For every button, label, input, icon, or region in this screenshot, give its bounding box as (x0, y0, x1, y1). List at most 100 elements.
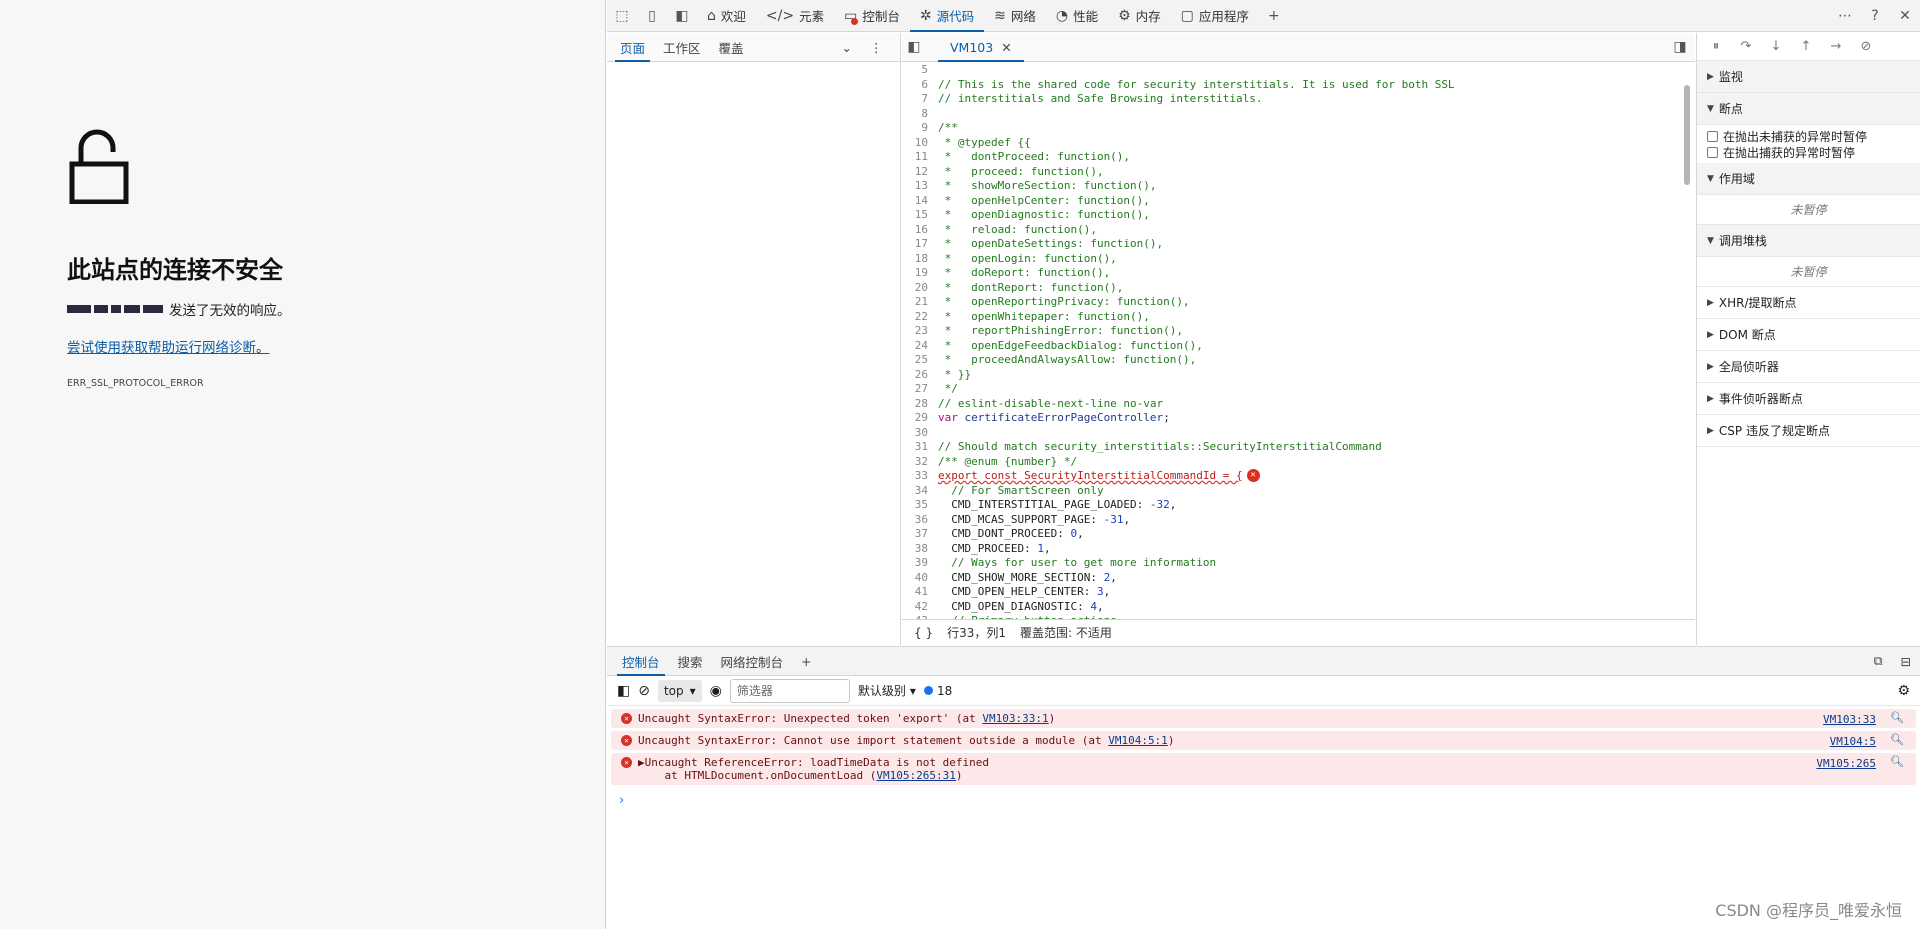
code-line[interactable]: 35 CMD_INTERSTITIAL_PAGE_LOADED: -32, (902, 498, 1695, 513)
error-location-link[interactable]: VM103:33:1 (982, 712, 1048, 725)
console-error-message[interactable]: ✕ ▶Uncaught ReferenceError: loadTimeData… (611, 753, 1916, 785)
line-number[interactable]: 18 (902, 252, 938, 267)
tab-console[interactable]: ▭ 控制台 (834, 0, 910, 32)
code-line[interactable]: 32/** @enum {number} */ (902, 455, 1695, 470)
more-icon[interactable]: ⋯ (1830, 0, 1860, 32)
issue-count[interactable]: 18 (923, 684, 952, 698)
code-line[interactable]: 11 * dontProceed: function(), (902, 150, 1695, 165)
error-location-link[interactable]: VM104:5:1 (1108, 734, 1168, 747)
tab-overrides[interactable]: 覆盖 (710, 33, 753, 62)
line-number[interactable]: 17 (902, 237, 938, 252)
source-link[interactable]: VM105:265 (1816, 757, 1876, 770)
toggle-debugger-icon[interactable]: ◨ (1665, 33, 1695, 62)
tab-workspace[interactable]: 工作区 (654, 33, 710, 62)
code-line[interactable]: 24 * openEdgeFeedbackDialog: function(), (902, 339, 1695, 354)
tab-elements[interactable]: </> 元素 (756, 0, 834, 32)
line-number[interactable]: 30 (902, 426, 938, 441)
breakpoints-section[interactable]: ▼ 断点 (1697, 93, 1920, 125)
code-line[interactable]: 41 CMD_OPEN_HELP_CENTER: 3, (902, 585, 1695, 600)
deactivate-breakpoints-icon[interactable]: ⊘ (1855, 39, 1877, 54)
tab-network-console[interactable]: 网络控制台 (712, 647, 793, 676)
tab-sources[interactable]: ✲ 源代码 (909, 0, 985, 32)
code-line[interactable]: 30 (902, 426, 1695, 441)
tab-network[interactable]: ≋ 网络 (984, 0, 1046, 32)
source-link[interactable]: VM104:5 (1830, 735, 1876, 748)
add-drawer-tab-icon[interactable]: + (792, 647, 820, 676)
line-number[interactable]: 36 (902, 513, 938, 528)
context-selector[interactable]: top ▾ (657, 679, 702, 702)
tab-page[interactable]: 页面 (611, 33, 654, 62)
source-link[interactable]: VM103:33 (1823, 713, 1876, 726)
editor-scrollbar[interactable] (1683, 63, 1691, 619)
toggle-navigator-icon[interactable]: ◧ (902, 33, 926, 62)
code-line[interactable]: 38 CMD_PROCEED: 1, (902, 542, 1695, 557)
tab-console-drawer[interactable]: 控制台 (613, 647, 669, 676)
checkbox[interactable] (1707, 130, 1718, 142)
error-marker-icon[interactable]: ✕ (1246, 469, 1260, 482)
add-tab-icon[interactable]: + (1259, 0, 1289, 32)
line-number[interactable]: 15 (902, 208, 938, 223)
code-line[interactable]: 26 * }} (902, 368, 1695, 383)
step-out-icon[interactable]: ↑ (1795, 39, 1817, 54)
code-line[interactable]: 33 export const SecurityInterstitialComma… (902, 469, 1695, 484)
line-number[interactable]: 23 (902, 324, 938, 339)
code-line[interactable]: 6// This is the shared code for security… (902, 78, 1695, 93)
step-over-icon[interactable]: ↷ (1735, 39, 1757, 54)
code-line[interactable]: 15 * openDiagnostic: function(), (902, 208, 1695, 223)
line-number[interactable]: 41 (902, 585, 938, 600)
line-number[interactable]: 22 (902, 310, 938, 325)
line-number[interactable]: 21 (902, 295, 938, 310)
kebab-menu-icon[interactable]: ⋮ (861, 33, 892, 62)
code-line[interactable]: 9/** (902, 121, 1695, 136)
tab-performance[interactable]: ◔ 性能 (1046, 0, 1108, 32)
line-number[interactable]: 8 (902, 107, 938, 122)
dock-icon[interactable]: ◧ (667, 0, 697, 32)
close-icon[interactable]: ✕ (1890, 0, 1920, 32)
line-number[interactable]: 42 (902, 600, 938, 615)
tab-memory[interactable]: ⚙ 内存 (1108, 0, 1171, 32)
watch-section[interactable]: ▶ 监视 (1697, 61, 1920, 93)
line-number[interactable]: 28 (902, 397, 938, 412)
line-number[interactable]: 14 (902, 194, 938, 209)
code-line[interactable]: 27 */ (902, 382, 1695, 397)
code-line[interactable]: 20 * dontReport: function(), (902, 281, 1695, 296)
code-line[interactable]: 19 * doReport: function(), (902, 266, 1695, 281)
scroll-thumb[interactable] (1684, 85, 1690, 185)
line-number[interactable]: 34 (902, 484, 938, 499)
line-number[interactable]: 35 (902, 498, 938, 513)
code-line[interactable]: 29 var certificateErrorPageController; (902, 411, 1695, 426)
pause-uncaught-checkbox[interactable]: 在抛出未捕获的异常时暂停 (1697, 128, 1920, 144)
close-tab-icon[interactable]: ✕ (1001, 40, 1011, 55)
console-prompt[interactable]: › (607, 785, 1920, 816)
search-icon[interactable]: 🔍︎ (1890, 711, 1904, 724)
sidebar-toggle-icon[interactable]: ◧ (617, 683, 630, 699)
code-line[interactable]: 5 (902, 63, 1695, 78)
line-number[interactable]: 33 (902, 469, 938, 484)
line-number[interactable]: 5 (902, 63, 938, 78)
search-icon[interactable]: 🔍︎ (1890, 733, 1904, 746)
code-line[interactable]: 16 * reload: function(), (902, 223, 1695, 238)
tab-search[interactable]: 搜索 (669, 647, 712, 676)
close-drawer-icon[interactable]: ⊟ (1892, 647, 1920, 676)
line-number[interactable]: 16 (902, 223, 938, 238)
code-line[interactable]: 12 * proceed: function(), (902, 165, 1695, 180)
code-line[interactable]: 22 * openWhitepaper: function(), (902, 310, 1695, 325)
code-line[interactable]: 14 * openHelpCenter: function(), (902, 194, 1695, 209)
file-tab-vm103[interactable]: VM103 ✕ (938, 33, 1024, 62)
filter-input[interactable]: 筛选器 (729, 678, 850, 703)
code-line[interactable]: 31// Should match security_interstitials… (902, 440, 1695, 455)
code-line[interactable]: 17 * openDateSettings: function(), (902, 237, 1695, 252)
network-diagnostics-link[interactable]: 尝试使用获取帮助运行网络诊断。 (67, 336, 270, 356)
line-number[interactable]: 13 (902, 179, 938, 194)
callstack-section[interactable]: ▼ 调用堆栈 (1697, 225, 1920, 257)
line-number[interactable]: 20 (902, 281, 938, 296)
line-number[interactable]: 11 (902, 150, 938, 165)
global-listeners-section[interactable]: ▶ 全局侦听器 (1697, 351, 1920, 383)
tab-application[interactable]: ▢ 应用程序 (1171, 0, 1259, 32)
code-line[interactable]: 42 CMD_OPEN_DIAGNOSTIC: 4, (902, 600, 1695, 615)
inspect-icon[interactable]: ⬚ (607, 0, 637, 32)
line-number[interactable]: 24 (902, 339, 938, 354)
line-number[interactable]: 39 (902, 556, 938, 571)
log-level-dropdown[interactable]: 默认级别 ▾ (858, 682, 916, 699)
event-listener-breakpoints-section[interactable]: ▶ 事件侦听器断点 (1697, 383, 1920, 415)
